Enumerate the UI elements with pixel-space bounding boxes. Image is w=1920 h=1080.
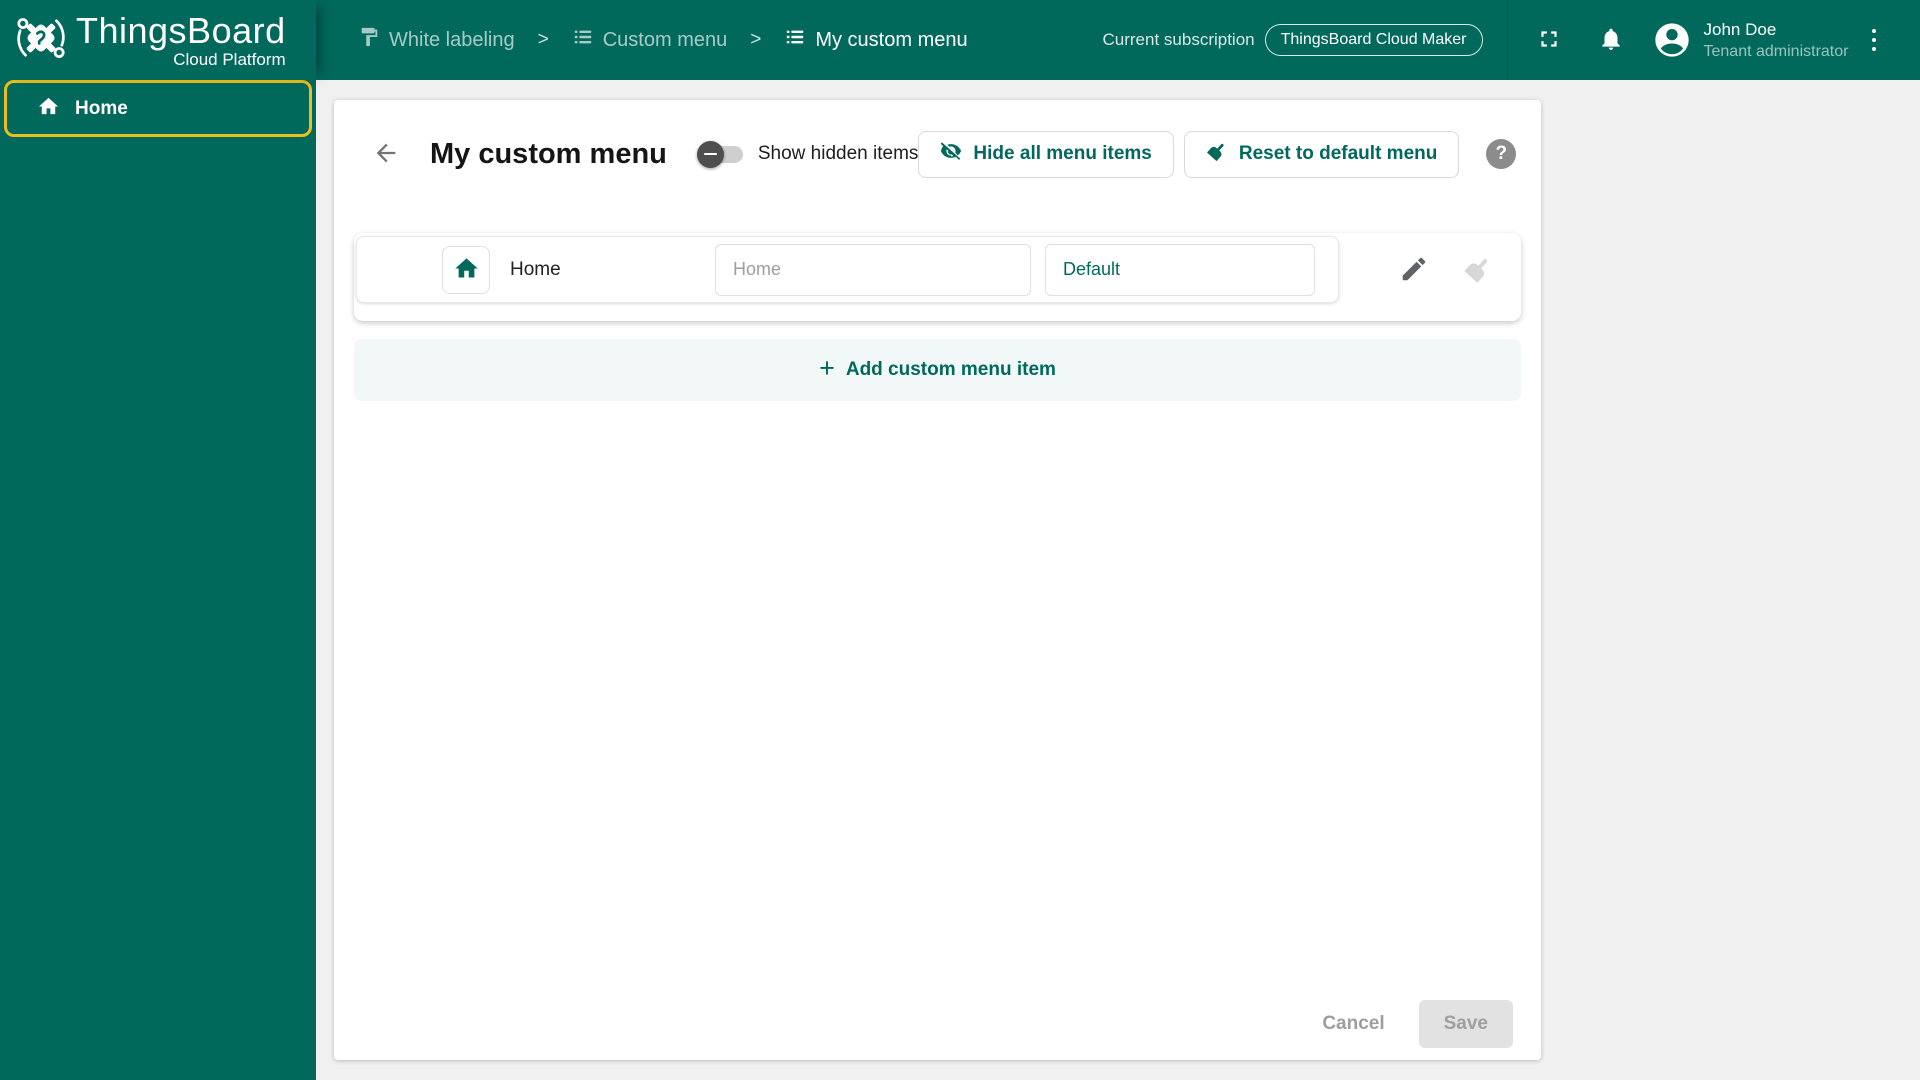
arrow-back-icon <box>372 139 400 170</box>
reset-to-default-menu-button[interactable]: Reset to default menu <box>1183 130 1460 178</box>
more-options-button[interactable] <box>1866 23 1883 58</box>
menu-item-pages-input[interactable] <box>1045 243 1315 296</box>
page-title: My custom menu <box>430 137 667 170</box>
header-divider <box>1506 0 1508 80</box>
breadcrumb-label: White labeling <box>389 28 515 51</box>
thingsboard-logo-icon <box>12 9 70 72</box>
button-label: Reset to default menu <box>1238 143 1438 164</box>
logo-title: ThingsBoard <box>76 10 286 51</box>
broom-icon <box>1206 140 1228 168</box>
app-logo: ThingsBoard Cloud Platform <box>0 0 316 80</box>
panel-header: My custom menu Show hidden items Hide al… <box>334 100 1541 178</box>
broom-icon <box>1463 254 1493 287</box>
custom-menu-panel: My custom menu Show hidden items Hide al… <box>334 100 1541 1060</box>
header-actions: Hide all menu items Reset to default men… <box>918 130 1517 178</box>
toggle-switch-off[interactable] <box>696 140 743 168</box>
home-icon <box>453 255 480 285</box>
hide-all-menu-items-button[interactable]: Hide all menu items <box>918 130 1174 178</box>
menu-items-list: Home Home Default + Add custom menu item <box>334 233 1541 401</box>
user-role: Tenant administrator <box>1703 42 1849 60</box>
breadcrumb-separator: > <box>537 29 549 50</box>
menu-item-name-input[interactable] <box>715 243 1031 296</box>
menu-item-label: Home <box>510 258 561 280</box>
help-button[interactable]: ? <box>1486 139 1517 169</box>
sidebar-item-label: Home <box>75 97 128 119</box>
breadcrumb-custom-menu[interactable]: Custom menu <box>572 26 728 54</box>
panel-footer: Cancel Save <box>1308 1000 1513 1048</box>
kebab-icon <box>1871 28 1876 34</box>
menu-item-row-container: Home <box>354 233 1521 321</box>
back-button[interactable] <box>372 139 400 169</box>
bell-icon <box>1598 26 1624 55</box>
show-hidden-items-toggle[interactable]: Show hidden items <box>696 140 919 168</box>
pencil-icon <box>1399 254 1429 287</box>
list-icon <box>572 26 594 54</box>
logo-subtitle: Cloud Platform <box>173 50 286 69</box>
plus-icon: + <box>819 353 835 383</box>
reset-menu-item-button-disabled[interactable] <box>1463 254 1493 287</box>
topbar-right-cluster: Current subscription ThingsBoard Cloud M… <box>1103 0 1920 80</box>
breadcrumb-separator: > <box>750 29 762 50</box>
toggle-label: Show hidden items <box>757 143 919 164</box>
breadcrumb-white-labeling[interactable]: White labeling <box>358 26 515 54</box>
breadcrumb-label: Custom menu <box>602 28 728 51</box>
button-label: Hide all menu items <box>973 143 1152 164</box>
cancel-button[interactable]: Cancel <box>1308 1003 1398 1045</box>
toggle-thumb-minus-icon <box>696 140 724 168</box>
top-header: ThingsBoard Cloud Platform White labelin… <box>0 0 1920 80</box>
notifications-button[interactable] <box>1598 26 1624 55</box>
breadcrumb-label: My custom menu <box>815 28 968 51</box>
edit-menu-item-button[interactable] <box>1399 254 1429 287</box>
sidebar: Home <box>0 80 316 1080</box>
subscription-plan-badge[interactable]: ThingsBoard Cloud Maker <box>1264 24 1483 56</box>
fullscreen-icon <box>1536 26 1562 55</box>
user-info[interactable]: John Doe Tenant administrator <box>1704 20 1862 61</box>
sidebar-item-home[interactable]: Home <box>4 80 312 137</box>
breadcrumb-my-custom-menu[interactable]: My custom menu <box>784 26 968 54</box>
menu-item-icon-button[interactable] <box>442 245 490 294</box>
save-button[interactable]: Save <box>1418 1000 1513 1048</box>
fullscreen-button[interactable] <box>1536 26 1562 55</box>
menu-item-row: Home <box>356 236 1339 303</box>
question-mark-icon: ? <box>1495 143 1508 164</box>
list-icon <box>784 26 806 54</box>
paint-roller-icon <box>358 26 380 54</box>
user-avatar[interactable] <box>1652 20 1692 60</box>
home-icon <box>37 95 60 123</box>
eye-off-icon <box>940 140 962 168</box>
kebab-icon <box>1871 37 1876 43</box>
add-custom-menu-item-label: Add custom menu item <box>845 359 1056 380</box>
kebab-icon <box>1871 46 1876 52</box>
breadcrumb: White labeling > Custom menu > My custom… <box>358 26 968 54</box>
add-custom-menu-item-button[interactable]: + Add custom menu item <box>354 339 1521 401</box>
subscription-label: Current subscription <box>1102 30 1255 49</box>
user-name: John Doe <box>1703 19 1777 39</box>
